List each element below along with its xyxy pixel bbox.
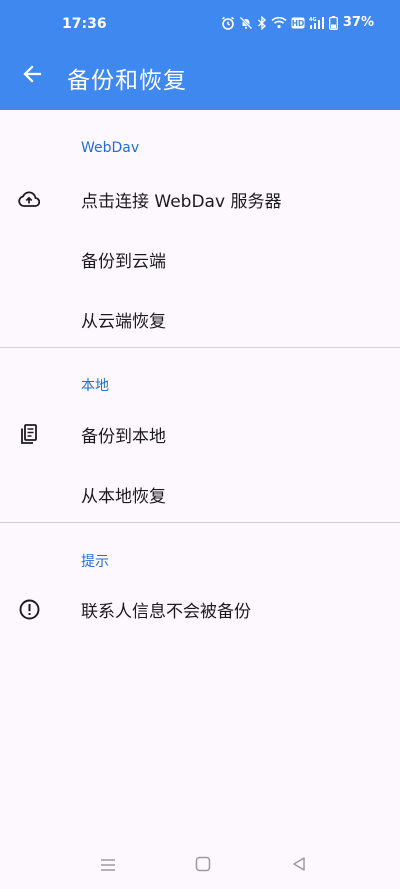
section-header-webdav: WebDav bbox=[81, 140, 140, 156]
connect-webdav-item[interactable]: 点击连接 WebDav 服务器 bbox=[0, 170, 400, 226]
status-time: 17:36 bbox=[62, 16, 107, 32]
divider bbox=[0, 347, 400, 348]
back-button[interactable] bbox=[14, 58, 50, 94]
back-triangle-icon bbox=[291, 856, 307, 876]
recent-apps-button[interactable] bbox=[96, 854, 120, 878]
network-label: 4G bbox=[309, 17, 317, 23]
backup-to-cloud-label: 备份到云端 bbox=[81, 252, 166, 272]
hd-badge-icon: HD bbox=[291, 17, 305, 29]
bluetooth-icon bbox=[257, 15, 267, 30]
restore-from-cloud-label: 从云端恢复 bbox=[81, 312, 166, 332]
system-back-button[interactable] bbox=[287, 854, 311, 878]
status-bar: 17:36 HD 4G 37% bbox=[0, 0, 400, 48]
connect-webdav-label: 点击连接 WebDav 服务器 bbox=[81, 192, 282, 212]
menu-icon bbox=[100, 857, 116, 876]
info-exclamation-icon bbox=[18, 598, 40, 620]
section-header-local: 本地 bbox=[81, 378, 109, 394]
tip-contacts-not-backed-up: 联系人信息不会被备份 bbox=[0, 580, 400, 636]
battery-icon bbox=[328, 15, 338, 30]
wifi-icon bbox=[271, 16, 287, 29]
section-header-tips: 提示 bbox=[81, 554, 109, 570]
page-title: 备份和恢复 bbox=[67, 68, 187, 94]
app-bar: 备份和恢复 bbox=[0, 48, 400, 110]
arrow-left-icon bbox=[22, 64, 42, 88]
status-icons: HD 4G 37% bbox=[221, 15, 374, 30]
divider bbox=[0, 522, 400, 523]
home-button[interactable] bbox=[191, 854, 215, 878]
backup-to-local-item[interactable]: 备份到本地 bbox=[0, 405, 400, 461]
restore-from-local-label: 从本地恢复 bbox=[81, 487, 166, 507]
navigation-bar bbox=[0, 840, 400, 889]
header-background: 17:36 HD 4G 37% 备份和恢复 bbox=[0, 0, 400, 110]
cloud-upload-icon bbox=[18, 188, 40, 210]
restore-from-local-item[interactable]: 从本地恢复 bbox=[0, 465, 400, 521]
backup-to-local-label: 备份到本地 bbox=[81, 427, 166, 447]
alarm-icon bbox=[221, 16, 235, 30]
signal-icon: 4G bbox=[309, 16, 325, 30]
hd-badge-text: HD bbox=[292, 19, 305, 28]
restore-from-cloud-item[interactable]: 从云端恢复 bbox=[0, 290, 400, 346]
home-square-icon bbox=[195, 856, 211, 876]
document-stack-icon bbox=[18, 423, 40, 445]
tip-label: 联系人信息不会被备份 bbox=[81, 602, 251, 622]
battery-percent: 37% bbox=[342, 15, 374, 30]
backup-restore-screen: 17:36 HD 4G 37% 备份和恢复 WebDav 点击连接 WebDav… bbox=[0, 0, 400, 889]
backup-to-cloud-item[interactable]: 备份到云端 bbox=[0, 230, 400, 286]
bell-muted-icon bbox=[239, 16, 253, 30]
